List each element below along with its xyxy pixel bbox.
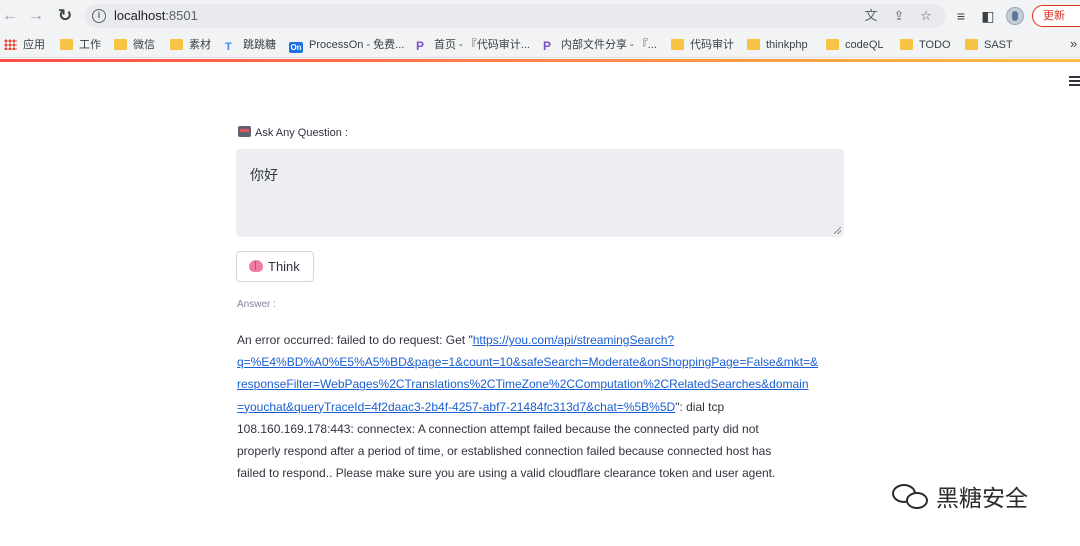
watermark: 黑糖安全 — [892, 482, 1028, 516]
bookmark-label: 跳跳糖 — [243, 39, 276, 51]
bookmark-item[interactable]: 微信 — [114, 37, 155, 53]
question-label: Ask Any Question : — [238, 126, 348, 139]
browser-toolbar: ← → ↻ i localhost:8501 文 ⇪ ☆ ≡ ◧ 更新 — [0, 0, 1080, 32]
bookmark-item[interactable]: thinkphp — [747, 37, 808, 53]
reload-icon[interactable]: ↻ — [55, 6, 75, 26]
bookmark-label: codeQL — [845, 39, 884, 51]
folder-icon — [826, 39, 839, 50]
media-queue-icon[interactable]: ≡ — [952, 7, 970, 25]
folder-icon — [965, 39, 978, 50]
t-logo-icon: T — [225, 41, 232, 53]
folder-icon — [747, 39, 760, 50]
robot-icon — [238, 126, 251, 137]
bookmark-item[interactable]: 素材 — [170, 37, 211, 53]
bookmark-label: ProcessOn - 免费... — [309, 39, 405, 51]
bookmark-item[interactable]: T 跳跳糖 — [225, 37, 276, 53]
answer-line: An error occurred: failed to do request:… — [237, 329, 849, 351]
error-url-link[interactable]: https://you.com/api/streamingSearch? — [473, 333, 674, 347]
answer-text: An error occurred: failed to do request:… — [237, 329, 849, 484]
folder-icon — [170, 39, 183, 50]
answer-prefix: An error occurred: failed to do request:… — [237, 333, 473, 347]
question-textarea[interactable]: 你好 — [236, 149, 844, 237]
answer-line: =youchat&queryTraceId=4f2daac3-2b4f-4257… — [237, 396, 849, 418]
forward-arrow-icon[interactable]: → — [26, 6, 46, 26]
bookmark-item[interactable]: On ProcessOn - 免费... — [289, 37, 404, 53]
watermark-text: 黑糖安全 — [936, 486, 1028, 512]
think-button[interactable]: Think — [236, 251, 314, 282]
bookmark-label: 内部文件分享 - 『... — [561, 39, 657, 51]
side-panel-icon[interactable]: ◧ — [979, 7, 997, 25]
processon-icon: On — [289, 42, 303, 53]
site-info-icon[interactable]: i — [92, 9, 106, 23]
address-bar[interactable]: i localhost:8501 文 ⇪ ☆ — [84, 4, 946, 28]
question-value: 你好 — [250, 168, 278, 184]
folder-icon — [60, 39, 73, 50]
more-bookmarks-chevron-icon[interactable]: » — [1070, 36, 1077, 51]
update-button[interactable]: 更新 — [1032, 5, 1080, 27]
share-icon[interactable]: ⇪ — [890, 7, 908, 25]
bookmark-label: 首页 - 『代码审计... — [434, 39, 530, 51]
bookmark-label: 代码审计 — [690, 39, 734, 51]
bookmark-item[interactable]: 应用 — [4, 37, 45, 53]
folder-icon — [671, 39, 684, 50]
bookmark-label: 应用 — [23, 39, 45, 51]
error-url-link[interactable]: =youchat&queryTraceId=4f2daac3-2b4f-4257… — [237, 400, 675, 414]
answer-line: q=%E4%BD%A0%E5%A5%BD&page=1&count=10&saf… — [237, 351, 849, 373]
url-host: localhost — [114, 8, 166, 23]
page-title-clipped — [238, 96, 408, 102]
bookmark-star-icon[interactable]: ☆ — [917, 7, 935, 25]
p-logo-icon: P — [416, 39, 425, 53]
error-url-link[interactable]: q=%E4%BD%A0%E5%A5%BD&page=1&count=10&saf… — [237, 355, 818, 369]
brain-icon — [249, 260, 263, 272]
answer-line: 108.160.169.178:443: connectex: A connec… — [237, 421, 759, 436]
bookmark-item[interactable]: 代码审计 — [671, 37, 734, 53]
error-url-link[interactable]: responseFilter=WebPages%2CTranslations%2… — [237, 377, 809, 391]
bookmark-label: TODO — [919, 39, 951, 51]
bookmark-label: 微信 — [133, 39, 155, 51]
bookmark-label: thinkphp — [766, 39, 808, 51]
bookmark-label: SAST — [984, 39, 1013, 51]
answer-label: Answer : — [237, 299, 276, 310]
bookmark-item[interactable]: 工作 — [60, 37, 101, 53]
think-button-label: Think — [268, 259, 300, 274]
folder-icon — [900, 39, 913, 50]
bookmark-label: 工作 — [79, 39, 101, 51]
app-header-decoration — [0, 59, 1080, 62]
back-arrow-icon[interactable]: ← — [0, 6, 20, 26]
answer-line: failed to respond.. Please make sure you… — [237, 466, 776, 481]
answer-suffix: ": dial tcp — [675, 399, 725, 414]
profile-avatar[interactable] — [1006, 7, 1024, 25]
bookmark-item[interactable]: TODO — [900, 37, 951, 53]
apps-grid-icon — [4, 39, 17, 50]
answer-line: responseFilter=WebPages%2CTranslations%2… — [237, 373, 849, 395]
folder-icon — [114, 39, 127, 50]
bookmark-item[interactable]: P 内部文件分享 - 『... — [543, 37, 657, 53]
bookmark-item[interactable]: SAST — [965, 37, 1013, 53]
question-label-text: Ask Any Question : — [255, 127, 348, 139]
url-port: :8501 — [165, 8, 198, 23]
translate-icon[interactable]: 文 — [862, 7, 880, 25]
resize-handle-icon[interactable] — [834, 227, 841, 234]
answer-line: properly respond after a period of time,… — [237, 444, 772, 459]
bookmark-item[interactable]: P 首页 - 『代码审计... — [416, 37, 530, 53]
main-menu-icon[interactable] — [1069, 76, 1080, 88]
bookmark-item[interactable]: codeQL — [826, 37, 884, 53]
wechat-logo-icon — [892, 484, 930, 510]
url-text[interactable]: localhost:8501 — [114, 8, 198, 23]
bookmark-label: 素材 — [189, 39, 211, 51]
p-logo-icon: P — [543, 39, 552, 53]
bookmarks-bar: 应用 工作 微信 素材 T 跳跳糖 On ProcessOn - 免费... P 首页… — [0, 32, 1080, 58]
